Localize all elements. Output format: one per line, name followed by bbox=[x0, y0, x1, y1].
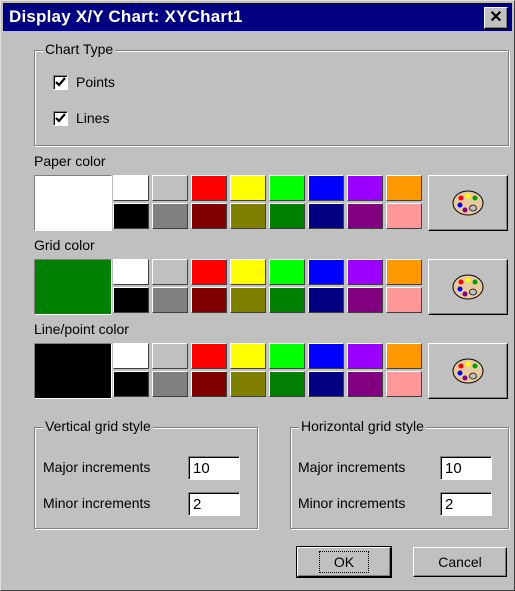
line-swatch-top-6[interactable] bbox=[347, 343, 383, 369]
close-icon: ✕ bbox=[489, 9, 503, 26]
palette-icon bbox=[452, 358, 484, 384]
vertical-minor-label: Minor increments bbox=[43, 495, 151, 511]
cancel-button[interactable]: Cancel bbox=[413, 547, 507, 577]
grid-swatch-bottom-6[interactable] bbox=[347, 287, 383, 313]
cancel-button-label: Cancel bbox=[438, 554, 482, 570]
line-color-current bbox=[34, 343, 112, 399]
grid-color-label: Grid color bbox=[34, 237, 95, 253]
vertical-major-input[interactable]: 10 bbox=[188, 456, 240, 480]
grid-swatch-bottom-3[interactable] bbox=[230, 287, 266, 313]
paper-swatch-bottom-5[interactable] bbox=[308, 203, 344, 229]
paper-swatch-bottom-1[interactable] bbox=[152, 203, 188, 229]
grid-color-custom-button[interactable] bbox=[428, 259, 508, 315]
points-checkbox[interactable] bbox=[53, 74, 68, 90]
palette-icon bbox=[452, 190, 484, 216]
paper-swatch-bottom-4[interactable] bbox=[269, 203, 305, 229]
chart-type-label: Chart Type bbox=[43, 41, 116, 57]
paper-color-custom-button[interactable] bbox=[428, 175, 508, 231]
paper-swatch-top-5[interactable] bbox=[308, 175, 344, 201]
chart-type-group: Chart Type bbox=[34, 41, 509, 146]
grid-swatch-bottom-5[interactable] bbox=[308, 287, 344, 313]
close-button[interactable]: ✕ bbox=[484, 7, 508, 29]
grid-swatch-top-1[interactable] bbox=[152, 259, 188, 285]
points-checkbox-row[interactable]: Points bbox=[53, 74, 115, 90]
vertical-major-label: Major increments bbox=[43, 459, 151, 475]
paper-swatch-bottom-6[interactable] bbox=[347, 203, 383, 229]
checkmark-icon bbox=[55, 76, 66, 87]
lines-checkbox[interactable] bbox=[53, 110, 68, 126]
grid-color-current bbox=[34, 259, 112, 315]
paper-swatch-top-3[interactable] bbox=[230, 175, 266, 201]
line-swatch-top-2[interactable] bbox=[191, 343, 227, 369]
line-swatch-bottom-2[interactable] bbox=[191, 371, 227, 397]
points-label: Points bbox=[76, 74, 115, 90]
grid-swatch-bottom-7[interactable] bbox=[386, 287, 422, 313]
grid-swatch-top-7[interactable] bbox=[386, 259, 422, 285]
paper-swatch-top-2[interactable] bbox=[191, 175, 227, 201]
paper-swatch-bottom-7[interactable] bbox=[386, 203, 422, 229]
line-swatch-top-0[interactable] bbox=[113, 343, 149, 369]
line-swatch-bottom-4[interactable] bbox=[269, 371, 305, 397]
horizontal-major-label: Major increments bbox=[298, 459, 406, 475]
paper-swatch-top-4[interactable] bbox=[269, 175, 305, 201]
paper-swatch-top-1[interactable] bbox=[152, 175, 188, 201]
palette-icon bbox=[452, 274, 484, 300]
line-swatch-bottom-1[interactable] bbox=[152, 371, 188, 397]
paper-swatch-top-0[interactable] bbox=[113, 175, 149, 201]
dialog-window: Display X/Y Chart: XYChart1 ✕ Chart Type… bbox=[0, 0, 515, 591]
grid-swatch-top-5[interactable] bbox=[308, 259, 344, 285]
line-swatch-top-1[interactable] bbox=[152, 343, 188, 369]
horizontal-grid-label: Horizontal grid style bbox=[299, 418, 426, 434]
line-color-label: Line/point color bbox=[34, 321, 129, 337]
grid-swatch-top-4[interactable] bbox=[269, 259, 305, 285]
paper-swatch-bottom-3[interactable] bbox=[230, 203, 266, 229]
line-swatch-bottom-5[interactable] bbox=[308, 371, 344, 397]
paper-color-label: Paper color bbox=[34, 153, 106, 169]
paper-color-swatch bbox=[35, 176, 111, 230]
line-swatch-top-7[interactable] bbox=[386, 343, 422, 369]
ok-button-label: OK bbox=[318, 551, 370, 573]
grid-swatch-bottom-2[interactable] bbox=[191, 287, 227, 313]
horizontal-major-input[interactable]: 10 bbox=[440, 456, 492, 480]
line-swatch-bottom-0[interactable] bbox=[113, 371, 149, 397]
line-color-custom-button[interactable] bbox=[428, 343, 508, 399]
horizontal-minor-input[interactable]: 2 bbox=[440, 492, 492, 516]
paper-color-current bbox=[34, 175, 112, 231]
line-swatch-bottom-7[interactable] bbox=[386, 371, 422, 397]
paper-swatch-bottom-0[interactable] bbox=[113, 203, 149, 229]
grid-swatch-top-2[interactable] bbox=[191, 259, 227, 285]
line-color-swatch bbox=[35, 344, 111, 398]
paper-swatch-top-7[interactable] bbox=[386, 175, 422, 201]
line-swatch-bottom-6[interactable] bbox=[347, 371, 383, 397]
paper-swatch-bottom-2[interactable] bbox=[191, 203, 227, 229]
lines-checkbox-row[interactable]: Lines bbox=[53, 110, 109, 126]
line-swatch-bottom-3[interactable] bbox=[230, 371, 266, 397]
line-swatch-top-4[interactable] bbox=[269, 343, 305, 369]
window-title: Display X/Y Chart: XYChart1 bbox=[9, 7, 243, 26]
grid-swatch-bottom-1[interactable] bbox=[152, 287, 188, 313]
checkmark-icon bbox=[55, 112, 66, 123]
vertical-grid-label: Vertical grid style bbox=[43, 418, 153, 434]
line-swatch-top-3[interactable] bbox=[230, 343, 266, 369]
ok-button[interactable]: OK bbox=[296, 546, 392, 578]
line-swatch-top-5[interactable] bbox=[308, 343, 344, 369]
grid-swatch-bottom-4[interactable] bbox=[269, 287, 305, 313]
horizontal-minor-label: Minor increments bbox=[298, 495, 406, 511]
grid-swatch-bottom-0[interactable] bbox=[113, 287, 149, 313]
grid-swatch-top-3[interactable] bbox=[230, 259, 266, 285]
vertical-minor-input[interactable]: 2 bbox=[188, 492, 240, 516]
paper-swatch-top-6[interactable] bbox=[347, 175, 383, 201]
grid-swatch-top-6[interactable] bbox=[347, 259, 383, 285]
lines-label: Lines bbox=[76, 110, 110, 126]
title-bar[interactable]: Display X/Y Chart: XYChart1 ✕ bbox=[3, 3, 512, 31]
grid-swatch-top-0[interactable] bbox=[113, 259, 149, 285]
grid-color-swatch bbox=[35, 260, 111, 314]
